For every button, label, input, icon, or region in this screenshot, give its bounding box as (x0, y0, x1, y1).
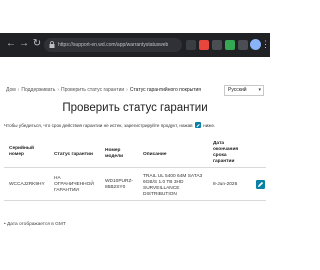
header-line: гарантии (213, 159, 235, 164)
cell-serial: WCCAJ2RK9HY (9, 182, 45, 187)
header-line: модели (105, 154, 124, 159)
language-select[interactable]: Русский ▾ (224, 85, 264, 96)
avatar[interactable] (250, 39, 261, 50)
chevron-right-icon: › (126, 87, 128, 93)
browser-chrome: ← → ↻ https://support-en.wd.com/app/warr… (0, 0, 270, 71)
extension-icon[interactable] (212, 40, 222, 50)
lock-icon (49, 41, 55, 48)
bookmark-star-icon[interactable] (186, 40, 196, 50)
column-header-description: Описание (143, 152, 167, 157)
breadcrumb-support[interactable]: Поддерживать (21, 87, 55, 93)
info-text: Чтобы убедиться, что срок действия гаран… (4, 122, 268, 130)
reload-icon[interactable]: ↻ (30, 37, 44, 51)
edit-icon[interactable] (256, 180, 265, 189)
cell-line: 85B2SY0 (105, 185, 126, 190)
table-row-divider (4, 200, 266, 201)
breadcrumb-check[interactable]: Проверить статус гарантии (61, 87, 124, 93)
cell-status: НА ОГРАНИЧЕННОЙ ГАРАНТИИ (54, 176, 94, 194)
page-title: Проверить статус гарантии (62, 102, 208, 114)
column-header-model: Номер модели (105, 148, 123, 160)
header-line: номер (9, 152, 24, 157)
cell-expiry: 8-Jun-2026 (213, 182, 238, 187)
url-text[interactable]: https://support-en.wd.com/app/warrantyst… (58, 38, 180, 52)
arrow-left-icon[interactable]: ← (4, 37, 18, 51)
column-header-status: Статус гарантии (54, 152, 93, 157)
breadcrumb-current: Статус гарантийного покрытия (129, 87, 201, 93)
puzzle-icon[interactable] (238, 40, 248, 50)
edit-icon (194, 122, 201, 128)
breadcrumb: Дом › Поддерживать › Проверить статус гарант… (6, 86, 218, 95)
cell-description: TRAIL UL 5400 64M SATA3 6GB/S 1.0 TB 3HD… (143, 174, 202, 198)
arrow-right-icon[interactable]: → (17, 37, 31, 51)
info-text-before: Чтобы убедиться, что срок действия гаран… (4, 123, 193, 128)
info-text-after: ниже. (203, 123, 216, 128)
chevron-right-icon: › (57, 87, 59, 93)
extension-icon[interactable] (225, 40, 235, 50)
table-header-divider (4, 167, 266, 168)
language-select-value: Русский (228, 87, 247, 93)
cell-model: WD10PURZ- 85B2SY0 (105, 179, 133, 191)
cell-line: DISTRIBUTION (143, 192, 177, 197)
column-header-expiry: Дата окончания срока гарантии (213, 141, 238, 165)
chevron-right-icon: › (17, 87, 20, 93)
breadcrumb-home[interactable]: Дом (6, 87, 16, 93)
extension-icon[interactable] (199, 40, 209, 50)
tab-strip (0, 0, 270, 33)
chevron-down-icon: ▾ (258, 87, 261, 93)
footnote: • Дата отображается в GMT (4, 222, 66, 227)
column-header-serial: Серийный номер (9, 146, 34, 158)
cell-line: ГАРАНТИИ (54, 188, 79, 193)
more-vert-icon[interactable]: ⋮ (261, 37, 270, 51)
